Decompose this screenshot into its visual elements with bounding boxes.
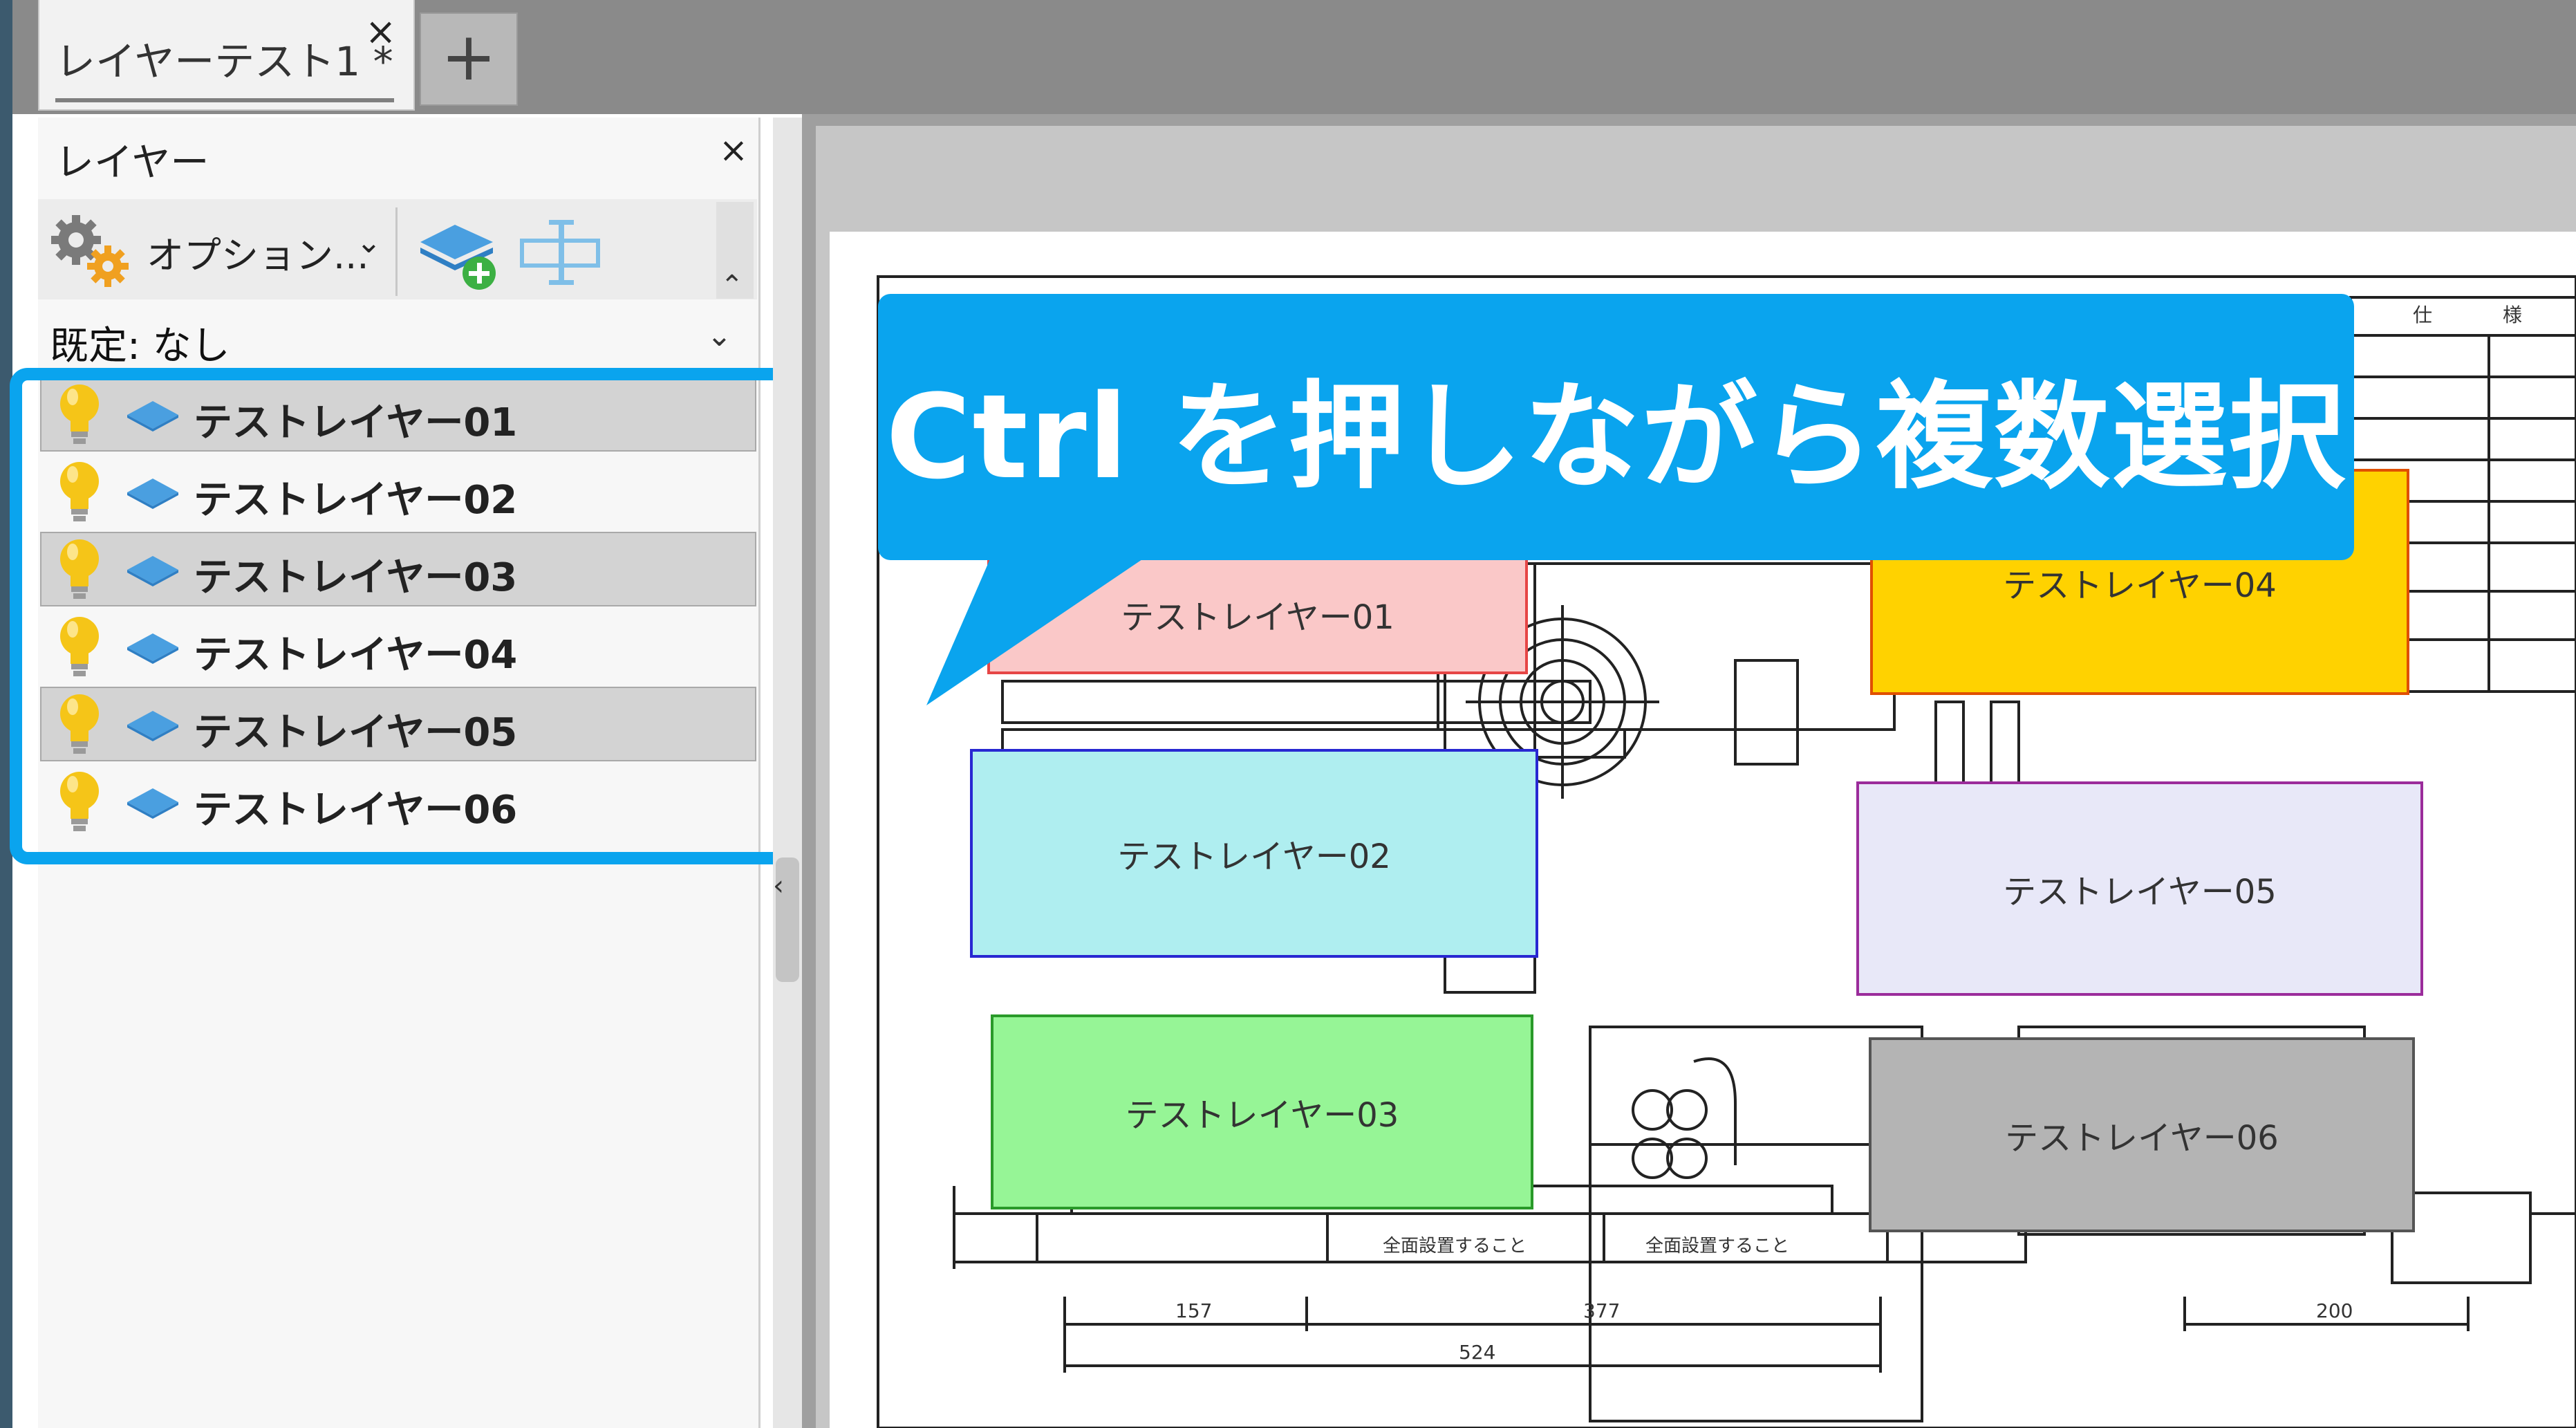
- layer-box-05[interactable]: テストレイヤー05: [1856, 781, 2423, 996]
- spec-table-header: 仕: [2413, 304, 2432, 326]
- layer-box-06[interactable]: テストレイヤー06: [1869, 1037, 2415, 1232]
- spec-table-header: 様: [2503, 304, 2522, 326]
- chevron-down-icon[interactable]: ⌄: [707, 318, 732, 353]
- active-tab-indicator: [55, 98, 394, 102]
- instruction-callout: Ctrl を押しながら複数選択: [878, 294, 2354, 560]
- selection-highlight: [10, 368, 794, 864]
- panel-close-icon[interactable]: ×: [719, 130, 748, 170]
- layer-box-label: テストレイヤー04: [2003, 566, 2277, 605]
- layer-toolbar: [38, 199, 757, 299]
- default-layer-select[interactable]: 既定: なし: [50, 315, 230, 371]
- document-tab-label: レイヤーテスト1 *: [55, 38, 393, 85]
- layer-box-03[interactable]: テストレイヤー03: [991, 1014, 1533, 1209]
- layer-box-label: テストレイヤー03: [1125, 1096, 1399, 1135]
- drawing-note: 全面設置すること: [1383, 1236, 1527, 1257]
- toolbar-divider: [395, 207, 398, 296]
- layer-box-02[interactable]: テストレイヤー02: [970, 749, 1538, 958]
- tab-close-icon[interactable]: ×: [365, 10, 396, 53]
- layer-properties-icon[interactable]: [519, 214, 605, 290]
- layer-box-label: テストレイヤー06: [2005, 1119, 2279, 1158]
- options-gear-icon[interactable]: [47, 211, 137, 290]
- add-layer-icon[interactable]: [413, 214, 507, 294]
- layer-box-label: テストレイヤー05: [2003, 873, 2277, 911]
- scroll-up-icon[interactable]: ⌃: [720, 270, 744, 302]
- dimension-label: 524: [1459, 1341, 1495, 1364]
- callout-text: Ctrl を押しながら複数選択: [886, 369, 2346, 505]
- panel-scrollbar[interactable]: [773, 118, 802, 1428]
- chevron-down-icon[interactable]: ⌄: [356, 225, 382, 260]
- drawing-note: 全面設置すること: [1645, 1236, 1789, 1257]
- dimension-label: 157: [1175, 1299, 1212, 1322]
- layer-box-label: テストレイヤー02: [1117, 837, 1391, 876]
- collapse-arrow-icon[interactable]: ‹: [773, 870, 784, 902]
- options-dropdown[interactable]: オプション...: [147, 225, 369, 279]
- dimension-label: 377: [1583, 1299, 1620, 1322]
- callout-tail: [926, 546, 1161, 705]
- new-tab-button[interactable]: +: [420, 12, 518, 106]
- panel-title: レイヤー: [55, 140, 209, 185]
- dimension-label: 200: [2316, 1299, 2353, 1322]
